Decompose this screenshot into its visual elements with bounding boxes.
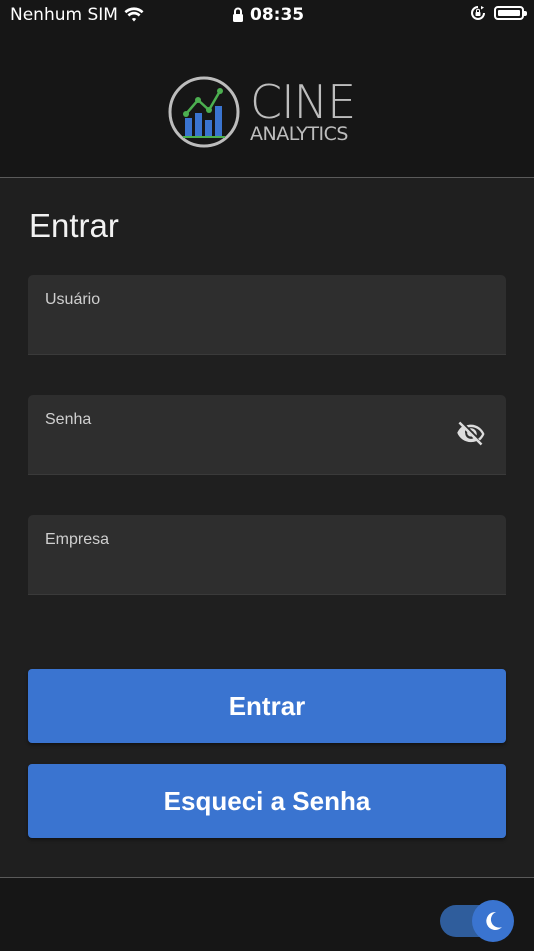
company-field[interactable]: Empresa	[28, 515, 506, 595]
username-label: Usuário	[45, 291, 101, 308]
brand-wordmark: CINE ANALYTICS	[250, 75, 356, 145]
password-input[interactable]	[45, 435, 449, 465]
status-bar: Nenhum SIM 08:35	[0, 0, 534, 30]
lock-icon	[233, 7, 243, 22]
brand-logo: CINE ANALYTICS	[168, 75, 356, 148]
username-field[interactable]: Usuário	[28, 275, 506, 355]
company-label: Empresa	[45, 531, 110, 548]
login-button[interactable]: Entrar	[28, 669, 506, 743]
theme-toggle[interactable]	[440, 900, 514, 942]
rotation-lock-icon	[471, 6, 485, 20]
app-header: CINE ANALYTICS	[0, 30, 534, 178]
brand-line2: ANALYTICS	[250, 123, 348, 145]
password-label: Senha	[45, 411, 92, 428]
moon-icon	[486, 911, 502, 930]
status-right	[470, 5, 527, 21]
battery-icon	[494, 6, 527, 20]
clock: 08:35	[250, 5, 305, 25]
theme-toggle-knob[interactable]	[472, 900, 514, 942]
wifi-icon	[124, 7, 144, 22]
status-center: 08:35	[232, 5, 304, 25]
carrier-label: Nenhum SIM	[10, 5, 118, 25]
company-input[interactable]	[45, 555, 449, 585]
page-title: Entrar	[29, 207, 119, 244]
password-field[interactable]: Senha	[28, 395, 506, 475]
eye-off-icon[interactable]	[454, 419, 488, 449]
username-input[interactable]	[45, 315, 449, 345]
brand-line1: CINE	[250, 75, 356, 129]
status-left: Nenhum SIM	[10, 5, 144, 25]
bar-chart-logo-icon	[168, 76, 240, 148]
app-footer	[0, 877, 534, 951]
forgot-password-button[interactable]: Esqueci a Senha	[28, 764, 506, 838]
